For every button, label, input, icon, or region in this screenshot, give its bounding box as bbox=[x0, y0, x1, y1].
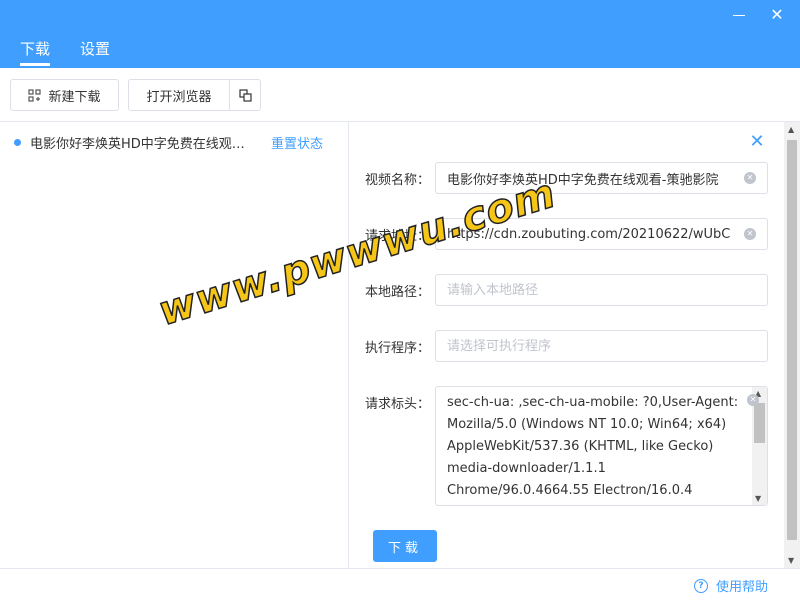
scroll-up-icon[interactable]: ▲ bbox=[788, 125, 794, 134]
new-download-button[interactable]: 新建下载 bbox=[10, 79, 119, 111]
tab-bar: 下载 设置 bbox=[20, 38, 140, 68]
minimize-button[interactable] bbox=[728, 4, 750, 26]
scroll-down-icon[interactable]: ▼ bbox=[788, 556, 794, 565]
download-title: 电影你好李焕英HD中字免费在线观看-策驰影院 bbox=[30, 136, 250, 152]
copy-icon bbox=[238, 88, 252, 102]
local-path-row: 本地路径： bbox=[350, 274, 770, 306]
title-bar: ✕ 下载 设置 bbox=[0, 0, 800, 68]
clear-icon[interactable]: ✕ bbox=[744, 172, 756, 184]
video-name-label: 视频名称： bbox=[365, 173, 431, 188]
close-panel-icon[interactable]: ✕ bbox=[747, 131, 767, 152]
toolbar: 新建下载 打开浏览器 bbox=[0, 68, 800, 122]
status-dot bbox=[14, 138, 21, 146]
executable-label: 执行程序： bbox=[365, 341, 431, 356]
clear-icon[interactable]: ✕ bbox=[747, 394, 759, 406]
request-url-input[interactable] bbox=[435, 218, 768, 250]
help-label: 使用帮助 bbox=[716, 580, 769, 595]
request-url-label: 请求地址： bbox=[365, 229, 431, 244]
reset-status-link[interactable]: 重置状态 bbox=[271, 133, 323, 152]
footer: ? 使用帮助 bbox=[0, 568, 800, 600]
copy-window-button[interactable] bbox=[229, 79, 261, 111]
video-name-input[interactable] bbox=[435, 162, 768, 194]
list-item[interactable]: 电影你好李焕英HD中字免费在线观看-策驰影院 重置状态 bbox=[14, 131, 344, 153]
download-form: ✕ 视频名称： ✕ 请求地址： ✕ 本地路径： 执行程序： 请求标头： sec-… bbox=[350, 122, 800, 568]
open-browser-label: 打开浏览器 bbox=[146, 89, 212, 105]
download-button[interactable]: 下载 bbox=[373, 530, 437, 562]
clear-icon[interactable]: ✕ bbox=[744, 228, 756, 240]
local-path-input[interactable] bbox=[435, 274, 768, 306]
request-url-row: 请求地址： ✕ bbox=[350, 218, 770, 250]
headers-textarea[interactable]: sec-ch-ua: ,sec-ch-ua-mobile: ?0,User-Ag… bbox=[435, 386, 768, 506]
download-list: 电影你好李焕英HD中字免费在线观看-策驰影院 重置状态 bbox=[0, 122, 349, 568]
help-link[interactable]: ? 使用帮助 bbox=[694, 576, 768, 595]
executable-input[interactable] bbox=[435, 330, 768, 362]
close-window-button[interactable]: ✕ bbox=[766, 4, 788, 26]
tab-settings[interactable]: 设置 bbox=[80, 38, 110, 68]
local-path-label: 本地路径： bbox=[365, 285, 431, 300]
scroll-thumb[interactable] bbox=[754, 403, 765, 443]
video-name-row: 视频名称： ✕ bbox=[350, 162, 770, 194]
new-download-label: 新建下载 bbox=[48, 89, 101, 105]
headers-row: 请求标头： sec-ch-ua: ,sec-ch-ua-mobile: ?0,U… bbox=[350, 386, 770, 506]
main-scrollbar[interactable]: ▲ ▼ bbox=[784, 122, 800, 568]
executable-row: 执行程序： bbox=[350, 330, 770, 362]
tab-download[interactable]: 下载 bbox=[20, 38, 51, 68]
scroll-down-icon[interactable]: ▼ bbox=[755, 494, 761, 503]
minimize-icon bbox=[733, 14, 745, 17]
scroll-thumb[interactable] bbox=[787, 140, 797, 540]
headers-label: 请求标头： bbox=[365, 397, 431, 412]
grid-add-icon bbox=[28, 88, 42, 102]
help-icon: ? bbox=[694, 578, 708, 593]
open-browser-button[interactable]: 打开浏览器 bbox=[128, 79, 230, 111]
